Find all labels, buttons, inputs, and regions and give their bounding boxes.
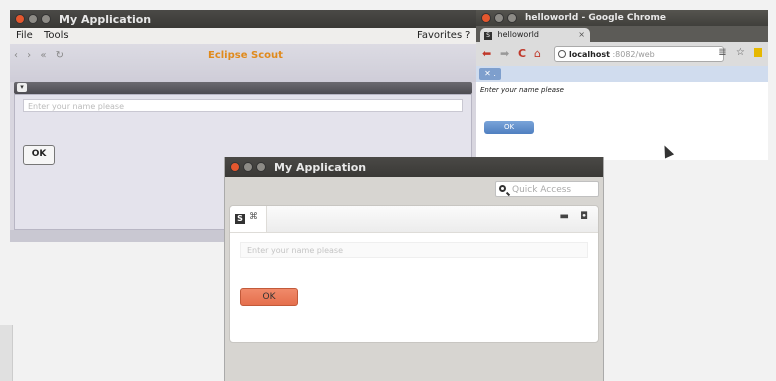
name-input[interactable]: Enter your name please (240, 242, 588, 258)
address-bar[interactable]: localhost :8082/web (554, 46, 724, 62)
toolbar: ‹ › « ↻ Eclipse Scout (10, 44, 476, 82)
view-part: S ⌘ ▬ ◘ Enter your name please OK (229, 205, 599, 343)
url-host: localhost (569, 50, 610, 59)
background-window-edge (0, 325, 13, 381)
scout-favicon-icon: S (484, 32, 492, 40)
window-controls (230, 162, 266, 172)
quick-access-input[interactable]: Quick Access (495, 181, 599, 197)
scout-logo-icon: S (235, 214, 245, 224)
toolbar-title: Eclipse Scout (208, 50, 283, 61)
window-title: My Application (59, 12, 152, 26)
nav-icons[interactable]: ‹ › « ↻ (14, 50, 67, 61)
url-path: :8082/web (612, 50, 655, 59)
app-tab-bar: ✕ . (476, 66, 768, 82)
menu-bar: File Tools Favorites ? (10, 28, 476, 44)
browser-window: helloworld - Google Chrome S helloworld … (476, 10, 768, 160)
ok-button[interactable]: OK (240, 288, 298, 306)
minimize-window-icon[interactable] (243, 162, 253, 172)
menu-file[interactable]: File (16, 30, 33, 41)
browser-titlebar: helloworld - Google Chrome (476, 10, 768, 26)
toolbar-right-icons[interactable]: ≣ ☆ (718, 47, 762, 58)
panel-header: ▾ (14, 82, 472, 94)
page-info-icon (558, 50, 566, 58)
menu-tools[interactable]: Tools (44, 30, 69, 41)
part-close-icon[interactable]: ⌘ (249, 212, 258, 222)
menu-help[interactable]: ? (465, 30, 470, 41)
search-icon (499, 185, 506, 192)
app-tab[interactable]: ✕ . (479, 68, 501, 80)
close-window-icon[interactable] (230, 162, 240, 172)
rap-titlebar: My Application (225, 157, 603, 177)
mouse-pointer-icon (659, 143, 675, 159)
maximize-icon[interactable]: ◘ (580, 211, 588, 222)
close-window-icon[interactable] (15, 14, 25, 24)
window-controls (481, 13, 517, 23)
bookmark-icons[interactable]: ≣ ☆ (718, 47, 748, 58)
forward-icon[interactable]: ➡ (500, 47, 509, 60)
window-controls (15, 14, 51, 24)
home-icon[interactable]: ⌂ (534, 47, 541, 60)
maximize-window-icon[interactable] (507, 13, 517, 23)
tab-close-icon[interactable]: × (578, 28, 585, 42)
collapse-icon[interactable]: ▾ (17, 83, 27, 92)
quick-access-placeholder: Quick Access (512, 185, 572, 195)
back-icon[interactable]: ⬅ (482, 47, 491, 60)
minimize-window-icon[interactable] (494, 13, 504, 23)
rap-app-window: My Application Quick Access S ⌘ ▬ ◘ Ente… (224, 157, 604, 381)
minimize-window-icon[interactable] (28, 14, 38, 24)
part-tab[interactable]: S ⌘ (230, 206, 267, 232)
part-header: S ⌘ ▬ ◘ (230, 206, 598, 233)
close-window-icon[interactable] (481, 13, 491, 23)
ok-button[interactable]: OK (484, 121, 534, 134)
extension-icon[interactable] (754, 47, 762, 57)
reload-icon[interactable]: C (518, 47, 526, 60)
name-label: Enter your name please (480, 86, 564, 94)
part-controls: ▬ ◘ (551, 211, 588, 222)
tab-strip: S helloworld × (476, 26, 768, 42)
browser-toolbar: ⬅ ➡ C ⌂ localhost :8082/web ≣ ☆ (476, 42, 768, 66)
menu-favorites[interactable]: Favorites (417, 30, 462, 41)
browser-tab[interactable]: S helloworld × (480, 28, 590, 42)
name-input[interactable]: Enter your name please (23, 99, 463, 112)
desktop-titlebar: My Application (10, 10, 476, 28)
maximize-window-icon[interactable] (41, 14, 51, 24)
tab-title: helloworld (497, 30, 539, 39)
browser-title: helloworld - Google Chrome (525, 13, 666, 23)
ok-button[interactable]: OK (23, 145, 55, 165)
maximize-window-icon[interactable] (256, 162, 266, 172)
minimize-icon[interactable]: ▬ (559, 211, 568, 222)
window-title: My Application (274, 160, 367, 174)
